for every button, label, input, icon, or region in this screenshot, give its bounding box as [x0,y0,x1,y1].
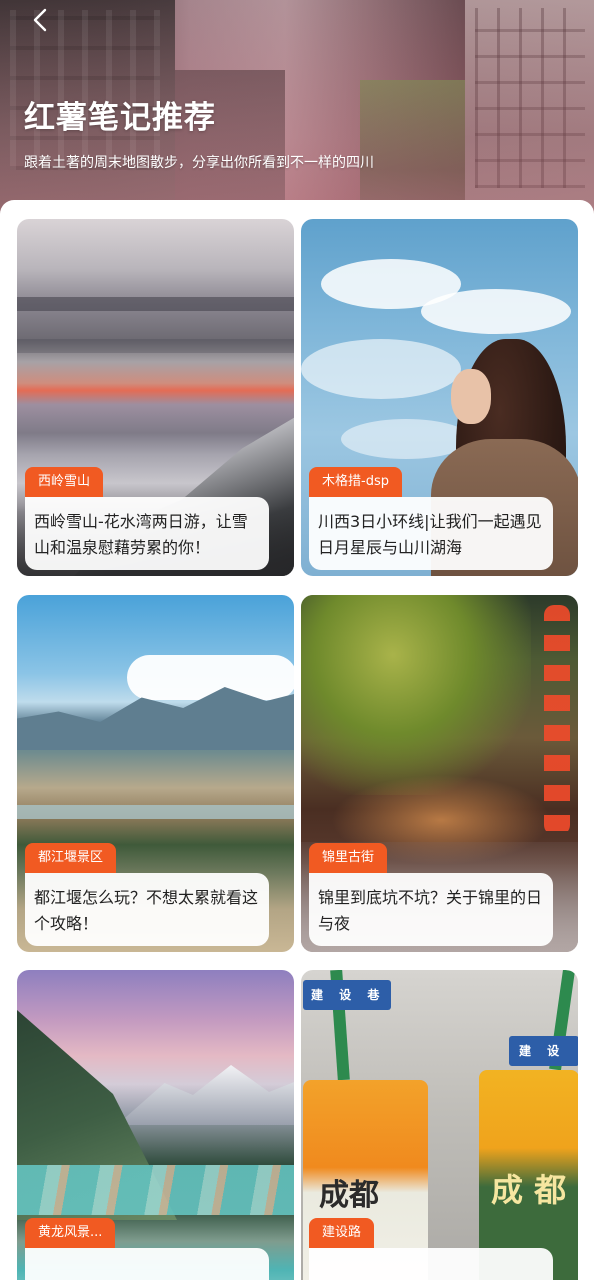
note-card[interactable]: 木格措-dsp 川西3日小环线|让我们一起遇见日月星辰与山川湖海 [301,219,578,576]
note-caption: 都江堰怎么玩？不想太累就看这个攻略！ [25,873,269,946]
location-tag: 西岭雪山 [25,467,104,497]
note-caption [25,1248,269,1280]
cloud [421,289,571,334]
location-tag: 黄龙风景... [25,1218,116,1248]
note-card[interactable]: 西岭雪山 西岭雪山-花水湾两日游，让雪山和温泉慰藉劳累的你！ [17,219,294,576]
person-face [451,369,491,424]
street-sign-text: 建 设 [519,1044,566,1058]
location-tag: 木格措-dsp [309,467,402,497]
red-lanterns [544,605,570,835]
street-sign: 建 设 [509,1036,578,1066]
cloud [127,655,294,700]
page-title: 红薯笔记推荐 [24,100,216,136]
location-tag: 锦里古街 [309,843,388,873]
cloud [301,339,461,399]
cloud-band [17,297,294,311]
tree-canopy [301,595,531,795]
street-sign: 建 设 巷 [303,980,391,1010]
note-card[interactable]: 都江堰景区 都江堰怎么玩？不想太累就看这个攻略！ [17,595,294,952]
cloud-band [17,339,294,353]
note-caption: 西岭雪山-花水湾两日游，让雪山和温泉慰藉劳累的你！ [25,497,269,570]
cup-brand-text: 成 都 [491,1171,567,1209]
header-banner: 红薯笔记推荐 跟着土著的周末地图散步，分享出你所看到不一样的四川 [0,0,594,230]
travertine-pools [17,1165,294,1215]
location-tag: 建设路 [309,1218,375,1248]
note-card[interactable]: 黄龙风景... [17,970,294,1280]
street-sign-text: 建 设 巷 [311,988,386,1002]
note-card[interactable]: 建 设 巷 建 设 成都 成 都 建设路 [301,970,578,1280]
back-button[interactable] [26,6,54,34]
river [17,805,294,819]
chevron-left-icon [33,8,47,32]
note-caption: 锦里到底坑不坑？关于锦里的日与夜 [309,873,553,946]
note-caption: 川西3日小环线|让我们一起遇见日月星辰与山川湖海 [309,497,553,570]
note-card[interactable]: 锦里古街 锦里到底坑不坑？关于锦里的日与夜 [301,595,578,952]
page-subtitle: 跟着土著的周末地图散步，分享出你所看到不一样的四川 [24,155,374,171]
note-caption [309,1248,553,1280]
snow-peak [117,1065,294,1125]
location-tag: 都江堰景区 [25,843,117,873]
cup-brand-text: 成都 [319,1178,379,1213]
notes-grid: 西岭雪山 西岭雪山-花水湾两日游，让雪山和温泉慰藉劳累的你！ 木格措-dsp 川… [0,200,594,1280]
